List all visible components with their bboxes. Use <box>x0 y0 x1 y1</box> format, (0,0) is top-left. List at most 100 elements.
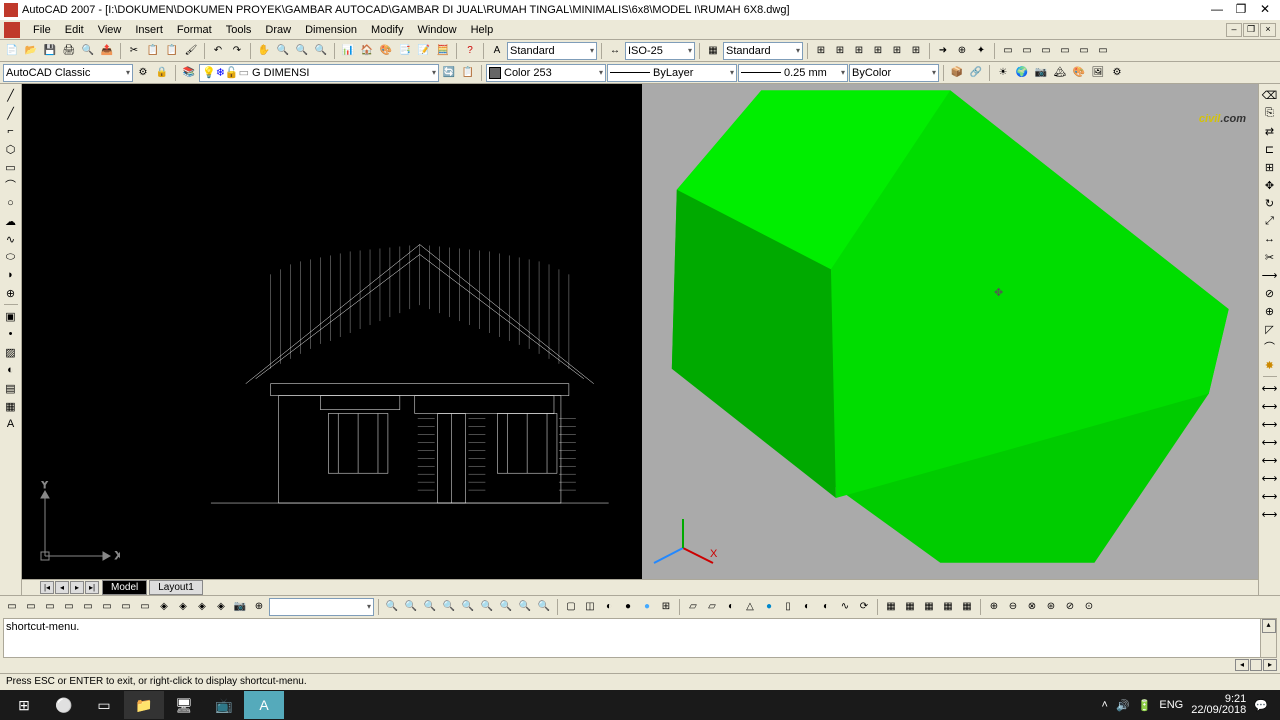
ref2-icon[interactable]: ⊕ <box>953 42 971 60</box>
viewport-2d[interactable]: X Y <box>22 84 639 579</box>
ellipsearc-icon[interactable]: ◗ <box>2 266 20 284</box>
bool6-icon[interactable]: ⊙ <box>1080 598 1098 616</box>
vp5-icon[interactable]: ▭ <box>1075 42 1093 60</box>
spline-icon[interactable]: ∿ <box>2 230 20 248</box>
ucs2-icon[interactable]: ⊞ <box>831 42 849 60</box>
3d3-icon[interactable]: ◈ <box>193 598 211 616</box>
xline-icon[interactable]: ╱ <box>2 104 20 122</box>
menu-insert[interactable]: Insert <box>128 22 170 38</box>
b2-icon[interactable]: ▭ <box>22 598 40 616</box>
color-dropdown[interactable]: Color 253 <box>486 64 606 82</box>
menu-view[interactable]: View <box>91 22 129 38</box>
vs4-icon[interactable]: ● <box>619 598 637 616</box>
plotstyle-dropdown[interactable]: ByColor <box>849 64 939 82</box>
layer-dropdown[interactable]: 💡❄🔓▭ G DIMENSI <box>199 64 439 82</box>
dim3-icon[interactable]: ⟷ <box>1261 415 1279 433</box>
new-icon[interactable]: 📄 <box>3 42 21 60</box>
ucs5-icon[interactable]: ⊞ <box>888 42 906 60</box>
vs2-icon[interactable]: ◫ <box>581 598 599 616</box>
sol5-icon[interactable]: ● <box>760 598 778 616</box>
bool4-icon[interactable]: ⊛ <box>1042 598 1060 616</box>
explode-icon[interactable]: ✸ <box>1261 356 1279 374</box>
dim7-icon[interactable]: ⟷ <box>1261 487 1279 505</box>
tab-prev-button[interactable]: ◂ <box>55 581 69 594</box>
markup-icon[interactable]: 📝 <box>415 42 433 60</box>
vp3-icon[interactable]: ▭ <box>1037 42 1055 60</box>
rect-icon[interactable]: ▭ <box>2 158 20 176</box>
region-icon[interactable]: ▤ <box>2 379 20 397</box>
taskview-button[interactable]: ▭ <box>84 691 124 719</box>
vp6-icon[interactable]: ▭ <box>1094 42 1112 60</box>
ucs1-icon[interactable]: ⊞ <box>812 42 830 60</box>
chamfer-icon[interactable]: ◸ <box>1261 320 1279 338</box>
se3-icon[interactable]: ▦ <box>920 598 938 616</box>
extend-icon[interactable]: ⟶ <box>1261 266 1279 284</box>
tray-lang[interactable]: ENG <box>1159 699 1183 711</box>
3d2-icon[interactable]: ◈ <box>174 598 192 616</box>
start-button[interactable]: ⊞ <box>4 691 44 719</box>
fillet-icon[interactable]: ⌒ <box>1261 338 1279 356</box>
bool1-icon[interactable]: ⊕ <box>985 598 1003 616</box>
dim4-icon[interactable]: ⟷ <box>1261 433 1279 451</box>
vs5-icon[interactable]: ● <box>638 598 656 616</box>
vp2-icon[interactable]: ▭ <box>1018 42 1036 60</box>
table-style-dropdown[interactable]: Standard <box>723 42 803 60</box>
camera-icon[interactable]: 📷 <box>231 598 249 616</box>
menu-file[interactable]: File <box>26 22 58 38</box>
array-icon[interactable]: ⊞ <box>1261 158 1279 176</box>
zoom-win-icon[interactable]: 🔍 <box>293 42 311 60</box>
stretch-icon[interactable]: ↔ <box>1261 230 1279 248</box>
tray-batt-icon[interactable]: 🔋 <box>1138 699 1152 712</box>
doc-restore-button[interactable]: ❐ <box>1243 23 1259 37</box>
sol3-icon[interactable]: ◐ <box>722 598 740 616</box>
offset-icon[interactable]: ⊏ <box>1261 140 1279 158</box>
doc-close-button[interactable]: × <box>1260 23 1276 37</box>
rotate-icon[interactable]: ↻ <box>1261 194 1279 212</box>
layer-mgr-icon[interactable]: 📚 <box>180 64 198 82</box>
text-style-dropdown[interactable]: Standard <box>507 42 597 60</box>
match-icon[interactable]: 🖌 <box>182 42 200 60</box>
save-icon[interactable]: 💾 <box>41 42 59 60</box>
dim6-icon[interactable]: ⟷ <box>1261 469 1279 487</box>
tab-layout1[interactable]: Layout1 <box>149 580 203 595</box>
render4-icon[interactable]: 🏔 <box>1051 64 1069 82</box>
sol2-icon[interactable]: ▱ <box>703 598 721 616</box>
viewport-3d[interactable]: ✥ X civil.com <box>642 84 1259 579</box>
mirror-icon[interactable]: ⇄ <box>1261 122 1279 140</box>
ucs4-icon[interactable]: ⊞ <box>869 42 887 60</box>
sol6-icon[interactable]: ▯ <box>779 598 797 616</box>
zoom-b-icon[interactable]: 🔍 <box>402 598 420 616</box>
tab-last-button[interactable]: ▸| <box>85 581 99 594</box>
copy-obj-icon[interactable]: ⎘ <box>1261 104 1279 122</box>
se1-icon[interactable]: ▦ <box>882 598 900 616</box>
lineweight-dropdown[interactable]: 0.25 mm <box>738 64 848 82</box>
render3-icon[interactable]: 📷 <box>1032 64 1050 82</box>
trim-icon[interactable]: ✂ <box>1261 248 1279 266</box>
line-icon[interactable]: ╱ <box>2 86 20 104</box>
autocad-button[interactable]: A <box>244 691 284 719</box>
preview-icon[interactable]: 🔍 <box>79 42 97 60</box>
3d1-icon[interactable]: ◈ <box>155 598 173 616</box>
command-area[interactable]: shortcut-menu. ▴ <box>3 618 1277 658</box>
hscroll-left[interactable]: ◂ <box>1235 659 1249 671</box>
zoom-a-icon[interactable]: 🔍 <box>383 598 401 616</box>
vs3-icon[interactable]: ◐ <box>600 598 618 616</box>
tray-notif-icon[interactable]: 💬 <box>1254 699 1268 712</box>
pan-icon[interactable]: ✋ <box>255 42 273 60</box>
doc-min-button[interactable]: – <box>1226 23 1242 37</box>
bool3-icon[interactable]: ⊗ <box>1023 598 1041 616</box>
b5-icon[interactable]: ▭ <box>79 598 97 616</box>
tab-next-button[interactable]: ▸ <box>70 581 84 594</box>
join-icon[interactable]: ⊕ <box>1261 302 1279 320</box>
zoom-i-icon[interactable]: 🔍 <box>535 598 553 616</box>
gradient-icon[interactable]: ◐ <box>2 361 20 379</box>
ucs6-icon[interactable]: ⊞ <box>907 42 925 60</box>
point-icon[interactable]: • <box>2 325 20 343</box>
3d5-icon[interactable]: ⊕ <box>250 598 268 616</box>
zoom-e-icon[interactable]: 🔍 <box>459 598 477 616</box>
ref1-icon[interactable]: ➜ <box>934 42 952 60</box>
render5-icon[interactable]: 🎨 <box>1070 64 1088 82</box>
dim1-icon[interactable]: ⟷ <box>1261 379 1279 397</box>
xref-icon[interactable]: 🔗 <box>967 64 985 82</box>
insert-icon[interactable]: ⊕ <box>2 284 20 302</box>
